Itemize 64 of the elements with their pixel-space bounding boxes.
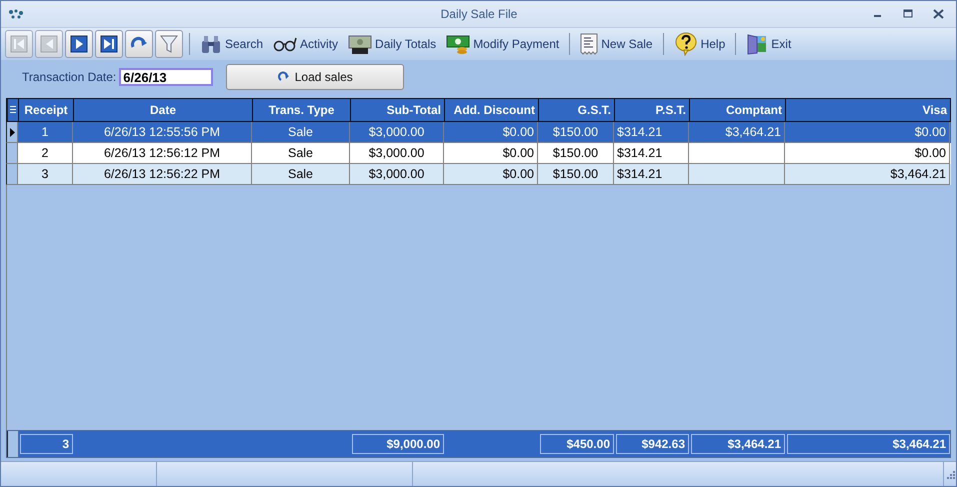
table-cell: $3,000.00 [350,164,444,185]
table-cell: Sale [252,164,350,185]
column-header[interactable]: Sub-Total [351,99,445,121]
load-sales-button[interactable]: Load sales [226,64,404,90]
next-icon [68,33,90,55]
total-cell: $3,464.21 [787,434,950,454]
table-cell: 3 [18,164,73,185]
help-button[interactable]: Help [670,30,730,58]
column-header[interactable]: Comptant [690,99,786,121]
total-cell: 3 [20,434,73,454]
column-header[interactable]: Receipt [19,99,74,121]
close-icon[interactable] [933,9,944,19]
transaction-date-field[interactable]: 6/26/13 [119,68,214,86]
table-cell: $150.00 [538,164,614,185]
column-header[interactable]: Visa [786,99,951,121]
column-header[interactable]: Trans. Type [253,99,351,121]
table-cell: $3,464.21 [785,164,950,185]
app-icon [7,8,25,20]
last-button[interactable] [95,30,123,58]
total-cell: $3,464.21 [691,434,785,454]
next-button[interactable] [65,30,93,58]
column-chooser-icon[interactable] [7,99,19,121]
binoculars-icon [200,34,222,54]
money-icon [446,34,470,54]
search-button[interactable]: Search [196,30,268,58]
column-header[interactable]: G.S.T. [539,99,615,121]
glasses-icon [273,36,298,52]
current-row-icon [10,128,14,136]
activity-button[interactable]: Activity [269,30,342,58]
maximize-icon[interactable] [903,9,913,19]
totals-button[interactable]: Daily Totals [344,30,440,58]
resize-grip-icon[interactable] [944,468,956,480]
prev-icon [38,33,60,55]
last-icon [98,33,120,55]
table-cell: $0.00 [444,164,538,185]
table-row[interactable]: 3 6/26/13 12:56:22 PM Sale $3,000.00 $0.00 $150.00 $314.21 $3,464.21 [6,164,951,185]
total-cell: $942.63 [616,434,689,454]
filter-icon [158,33,180,55]
table-row[interactable]: 2 6/26/13 12:56:12 PM Sale $3,000.00 $0.00 $150.00 $314.21 $0.00 [6,143,951,164]
total-cell: $9,000.00 [352,434,444,454]
money-icon [348,33,372,55]
new-sale-button[interactable]: New Sale [576,30,657,58]
filter-button[interactable] [155,30,183,58]
column-header[interactable]: Date [74,99,253,121]
exit-button[interactable]: Exit [742,30,796,58]
column-header[interactable]: P.S.T. [615,99,690,121]
table-cell: 6/26/13 12:56:22 PM [73,164,252,185]
door-icon [746,33,768,55]
refresh-icon [278,71,290,83]
row-selector[interactable] [7,431,19,457]
payment-button[interactable]: Modify Payment [442,30,564,58]
row-selector[interactable] [6,164,18,185]
window-title: Daily Sale File [440,7,518,21]
transaction-date-label: Transaction Date: [22,70,116,84]
row-selector[interactable] [6,122,18,143]
column-header[interactable]: Add. Discount [445,99,539,121]
help-icon [674,32,698,56]
table-cell: $314.21 [614,164,689,185]
first-icon [8,33,30,55]
total-cell: $450.00 [540,434,614,454]
receipt-icon [580,33,598,55]
row-selector[interactable] [6,143,18,164]
refresh-button[interactable] [125,30,153,58]
table-row[interactable]: 1 6/26/13 12:55:56 PM Sale $3,000.00 $0.00 $150.00 $314.21 $3,464.21 $0.00 [6,122,951,143]
